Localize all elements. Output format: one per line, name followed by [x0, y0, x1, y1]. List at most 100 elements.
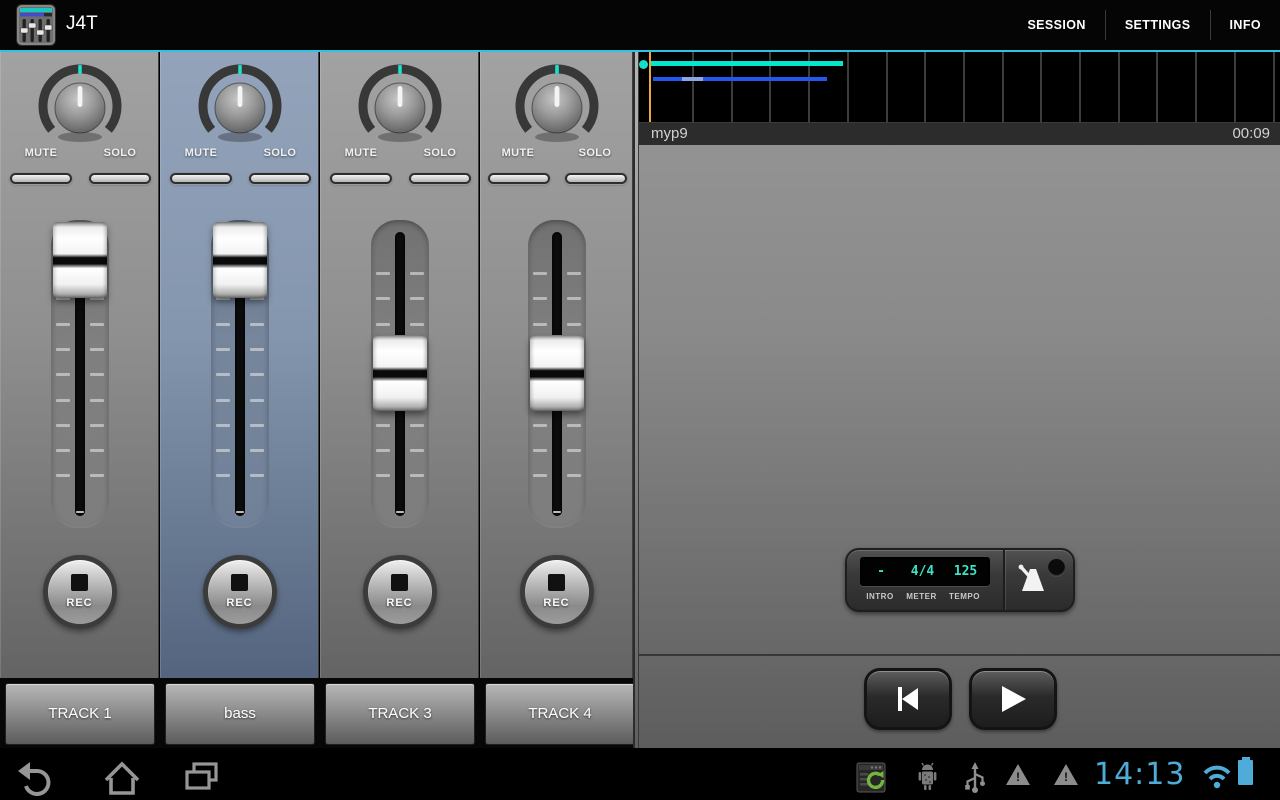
status-clock: 14:13: [1094, 757, 1185, 792]
session-name: myp9: [651, 123, 688, 145]
fader-tick: [56, 449, 70, 452]
fader-tick: [56, 474, 70, 477]
recents-nav-button[interactable]: [180, 760, 224, 796]
bar-gridline: [963, 52, 965, 122]
volume-fader[interactable]: [528, 220, 586, 528]
track-button-2[interactable]: bass: [165, 683, 315, 745]
fader-tick: [216, 449, 230, 452]
fader-tick: [410, 272, 424, 275]
rec-arm-button[interactable]: REC: [363, 555, 437, 629]
timeline-info-bar: myp9 00:09: [639, 122, 1280, 145]
solo-button[interactable]: [89, 173, 151, 184]
timeline[interactable]: [639, 52, 1280, 122]
fader-tick: [567, 272, 581, 275]
menu-info[interactable]: INFO: [1211, 0, 1280, 50]
mute-label: MUTE: [161, 147, 241, 159]
rec-label: REC: [368, 597, 432, 609]
fader-tick: [90, 449, 104, 452]
track-name-strip: TRACK 1 bass TRACK 3 TRACK 4: [0, 678, 639, 750]
play-button[interactable]: [969, 668, 1057, 730]
fader-tick: [250, 323, 264, 326]
meter-value[interactable]: 4/4: [901, 558, 944, 585]
volume-knob[interactable]: [502, 58, 612, 150]
fader-tick: [567, 474, 581, 477]
fader-tick: [533, 323, 547, 326]
skip-to-start-button[interactable]: [864, 668, 952, 730]
metronome-labels: INTRO METER TEMPO: [860, 592, 990, 601]
mixer-panel: MUTE SOLO REC: [0, 52, 634, 678]
track-button-1[interactable]: TRACK 1: [5, 683, 155, 745]
mute-button[interactable]: [10, 173, 72, 184]
meter-label: METER: [900, 592, 943, 601]
fader-tick: [567, 424, 581, 427]
bar-gridline: [886, 52, 888, 122]
tempo-value[interactable]: 125: [944, 558, 987, 585]
mute-button[interactable]: [330, 173, 392, 184]
home-nav-button[interactable]: [100, 760, 144, 796]
audio-clip[interactable]: [651, 61, 843, 66]
fader-tick: [250, 424, 264, 427]
fader-tick: [567, 449, 581, 452]
volume-knob[interactable]: [185, 58, 295, 150]
track-button-4[interactable]: TRACK 4: [485, 683, 635, 745]
fader-tick: [567, 323, 581, 326]
mute-button[interactable]: [488, 173, 550, 184]
solo-button[interactable]: [565, 173, 627, 184]
audio-clip[interactable]: [682, 77, 703, 81]
bar-gridline: [1040, 52, 1042, 122]
volume-knob[interactable]: [345, 58, 455, 150]
playhead[interactable]: [649, 52, 651, 122]
fader-tick: [90, 424, 104, 427]
action-bar: J4T SESSION SETTINGS INFO: [0, 0, 1280, 50]
volume-fader[interactable]: [371, 220, 429, 528]
sync-status-icon: [856, 762, 888, 794]
fader-tick: [216, 373, 230, 376]
rec-arm-button[interactable]: REC: [43, 555, 117, 629]
knob-tick-icon: [238, 65, 242, 74]
fader-handle[interactable]: [530, 335, 584, 411]
fader-tick: [216, 323, 230, 326]
fader-tick: [90, 323, 104, 326]
record-square-icon: [231, 574, 248, 591]
action-bar-menu: SESSION SETTINGS INFO: [1008, 0, 1280, 50]
volume-fader[interactable]: [211, 220, 269, 528]
fader-tick: [376, 297, 390, 300]
rec-arm-button[interactable]: REC: [203, 555, 277, 629]
menu-session[interactable]: SESSION: [1008, 0, 1104, 50]
solo-label: SOLO: [80, 147, 160, 159]
back-nav-button[interactable]: [16, 760, 60, 796]
skip-back-icon: [893, 685, 923, 713]
rec-arm-button[interactable]: REC: [520, 555, 594, 629]
fader-handle[interactable]: [53, 222, 107, 298]
fader-tick: [56, 373, 70, 376]
fader-tick: [56, 323, 70, 326]
tempo-label: TEMPO: [943, 592, 986, 601]
battery-icon: [1238, 760, 1253, 785]
fader-tick: [376, 474, 390, 477]
audio-clip[interactable]: [653, 77, 827, 81]
intro-value[interactable]: -: [861, 558, 901, 585]
metronome-toggle-button[interactable]: [1005, 550, 1073, 610]
knob-tick-icon: [78, 65, 82, 74]
mute-label: MUTE: [1, 147, 81, 159]
knob-tick-icon: [555, 65, 559, 74]
fader-tick: [410, 297, 424, 300]
fader-handle[interactable]: [213, 222, 267, 298]
volume-knob[interactable]: [25, 58, 135, 150]
fader-handle[interactable]: [373, 335, 427, 411]
warning-icon: !: [1006, 764, 1030, 785]
fader-tick: [56, 348, 70, 351]
usb-debug-robot-icon: [912, 762, 942, 792]
solo-button[interactable]: [409, 173, 471, 184]
intro-label: INTRO: [860, 592, 900, 601]
mute-button[interactable]: [170, 173, 232, 184]
bar-gridline: [1002, 52, 1004, 122]
bar-gridline: [1195, 52, 1197, 122]
fader-tick: [56, 399, 70, 402]
solo-button[interactable]: [249, 173, 311, 184]
rec-label: REC: [525, 597, 589, 609]
mute-label: MUTE: [478, 147, 558, 159]
track-button-3[interactable]: TRACK 3: [325, 683, 475, 745]
volume-fader[interactable]: [51, 220, 109, 528]
menu-settings[interactable]: SETTINGS: [1106, 0, 1210, 50]
